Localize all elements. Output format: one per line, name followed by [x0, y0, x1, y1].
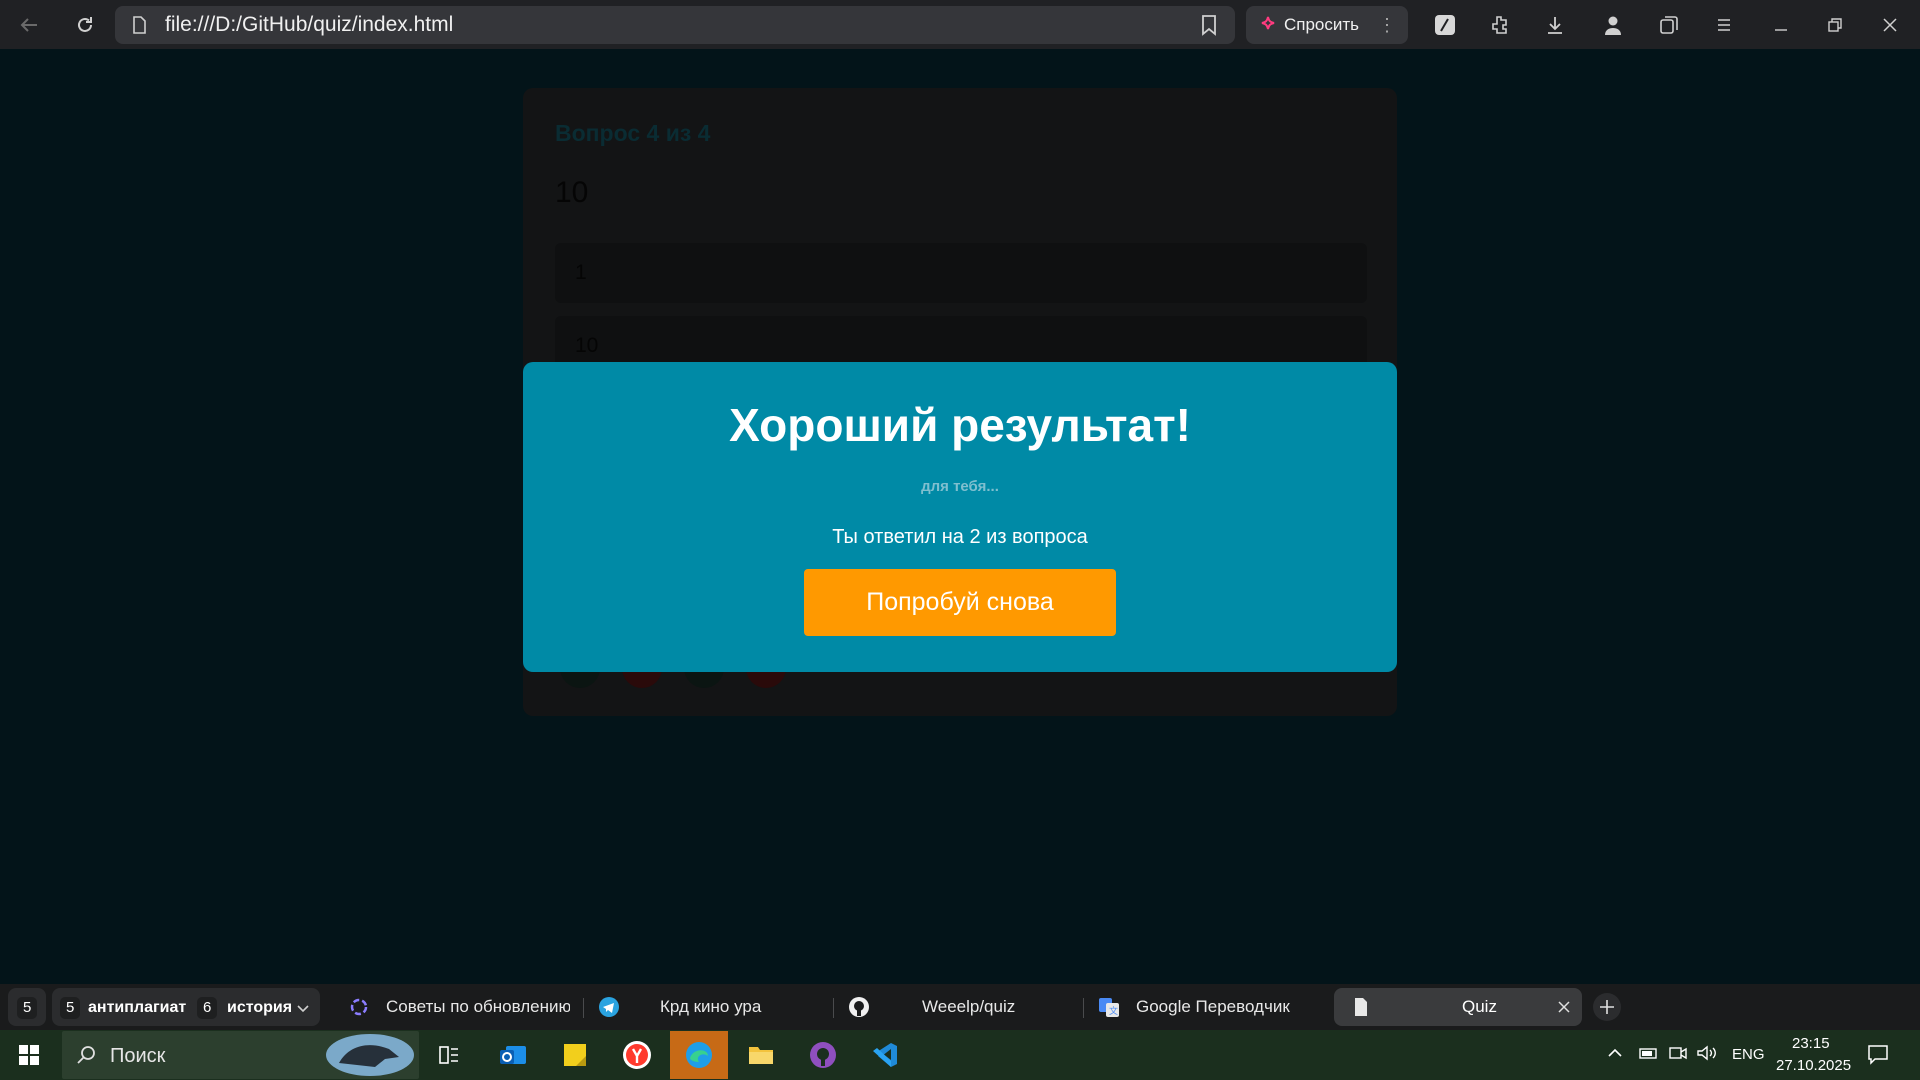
search-placeholder: Поиск [110, 1045, 166, 1067]
github-icon [849, 997, 869, 1017]
tab-group-history[interactable]: история [227, 997, 292, 1019]
close-icon[interactable] [1873, 8, 1907, 42]
answer-option[interactable]: 1 [555, 243, 1367, 303]
tab-label: Крд кино ура [660, 997, 762, 1016]
question-text: 10 [555, 176, 589, 209]
menu-icon[interactable] [1707, 8, 1741, 42]
file-explorer-icon[interactable] [732, 1031, 790, 1079]
svg-text:文: 文 [1109, 1005, 1118, 1016]
ask-button[interactable]: Спросить ⋮ [1246, 6, 1408, 44]
minimize-icon[interactable] [1764, 8, 1798, 42]
volume-icon[interactable] [1696, 1044, 1718, 1066]
extension-app-icon[interactable] [1428, 8, 1462, 42]
browser-toolbar: file:///D:/GitHub/quiz/index.html Спроси… [0, 0, 1920, 49]
tab-quiz[interactable]: Quiz [1334, 988, 1582, 1026]
windows-taskbar: Поиск ENG 23:15 27.10.2025 [0, 1030, 1920, 1080]
tab-label: Google Переводчик [1136, 997, 1290, 1016]
tab-google-translate[interactable]: 文 Google Переводчик [1098, 988, 1328, 1026]
address-bar[interactable]: file:///D:/GitHub/quiz/index.html [115, 6, 1235, 44]
back-icon[interactable] [12, 8, 46, 42]
tab-divider [833, 998, 834, 1018]
download-icon[interactable] [1538, 8, 1572, 42]
windows-start-icon[interactable] [0, 1031, 58, 1079]
tab-divider [583, 998, 584, 1018]
clock-date[interactable]: 27.10.2025 [1776, 1057, 1851, 1074]
group-count: 5 [60, 997, 81, 1019]
retry-button[interactable]: Попробуй снова [804, 569, 1116, 636]
chevron-down-icon[interactable] [296, 1001, 310, 1015]
result-modal: Хороший результат! для тебя... Ты ответи… [523, 362, 1397, 672]
result-title: Хороший результат! [729, 399, 1191, 451]
tab-openai[interactable]: Советы по обновлению н [348, 988, 570, 1026]
telegram-icon [599, 997, 619, 1017]
page-icon [133, 16, 146, 34]
group-count: 6 [197, 997, 218, 1019]
result-text: Ты ответил на 2 из вопроса [832, 526, 1088, 548]
tab-label: Weeelp/quiz [922, 997, 1016, 1016]
tab-telegram[interactable]: Крд кино ура [598, 988, 828, 1026]
tab-strip: 5 5 антиплагиат 6 история Советы по обно… [0, 984, 1920, 1030]
vscode-icon[interactable] [856, 1031, 914, 1079]
ai-icon [1261, 16, 1275, 30]
restore-icon[interactable] [1818, 8, 1852, 42]
bookmark-icon[interactable] [1197, 13, 1221, 37]
extension-icon[interactable] [1483, 8, 1517, 42]
meet-now-icon[interactable] [1668, 1044, 1688, 1066]
ask-label: Спросить [1284, 15, 1360, 34]
openai-icon [350, 998, 368, 1016]
task-view-icon[interactable] [420, 1031, 478, 1079]
tab-label: Quiz [1462, 997, 1497, 1016]
edge-icon[interactable] [670, 1031, 728, 1079]
plus-icon [1593, 993, 1621, 1021]
group-count-badge: 5 [17, 997, 38, 1019]
tab-group-antiplagiat[interactable]: антиплагиат [88, 997, 186, 1019]
url-text: file:///D:/GitHub/quiz/index.html [165, 13, 454, 36]
translate-icon: 文 [1099, 998, 1119, 1017]
sticky-notes-icon[interactable] [546, 1031, 604, 1079]
clock-time[interactable]: 23:15 [1792, 1035, 1830, 1052]
document-icon [1355, 998, 1367, 1016]
question-counter: Вопрос 4 из 4 [555, 120, 711, 146]
tab-divider [1083, 998, 1084, 1018]
more-icon[interactable]: ⋮ [1378, 15, 1396, 36]
notifications-icon[interactable] [1866, 1042, 1890, 1070]
github-desktop-icon[interactable] [794, 1031, 852, 1079]
yandex-browser-icon[interactable] [608, 1031, 666, 1079]
language-indicator[interactable]: ENG [1732, 1046, 1765, 1063]
collections-icon[interactable] [1652, 8, 1686, 42]
new-tab-button[interactable] [1592, 988, 1622, 1026]
tab-groups-button[interactable]: 5 [8, 988, 46, 1026]
reload-icon[interactable] [68, 8, 102, 42]
tab-label: Советы по обновлению н [386, 997, 570, 1016]
taskbar-search[interactable]: Поиск [62, 1031, 419, 1079]
tab-group-bar: 5 антиплагиат 6 история [52, 988, 320, 1026]
profile-icon[interactable] [1596, 8, 1630, 42]
search-icon [77, 1046, 95, 1064]
show-hidden-icons[interactable] [1606, 1044, 1624, 1066]
tab-github[interactable]: Weeelp/quiz [848, 988, 1078, 1026]
search-highlight-icon [326, 1034, 414, 1076]
result-subtitle: для тебя... [921, 478, 999, 495]
battery-icon[interactable] [1638, 1044, 1660, 1066]
outlook-icon[interactable] [484, 1031, 542, 1079]
close-tab-icon[interactable] [1558, 1001, 1570, 1013]
